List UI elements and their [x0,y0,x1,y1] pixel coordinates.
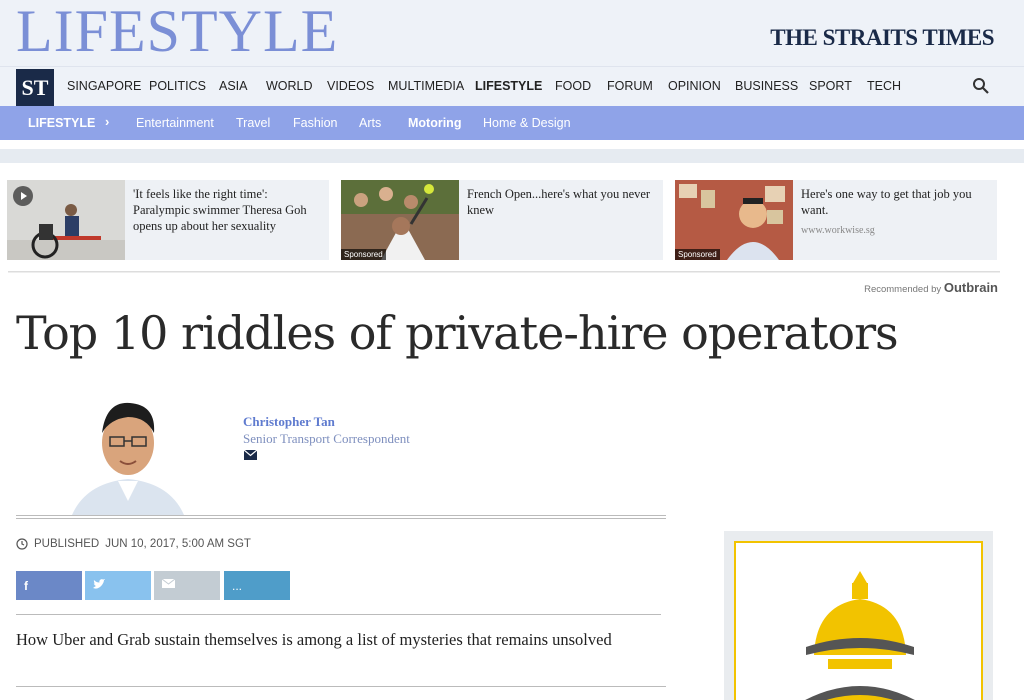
more-icon: ... [232,579,243,593]
published-info: PUBLISHED JUN 10, 2017, 5:00 AM SGT [16,538,251,550]
header-band: LIFESTYLE THE STRAITS TIMES [0,0,1024,66]
share-twitter-button[interactable] [85,571,151,600]
divider [8,271,1000,273]
play-icon[interactable] [13,186,33,206]
card-title: Here's one way to get that job you want.… [801,186,991,239]
card-thumbnail: Sponsored [675,180,793,260]
email-author-icon[interactable] [244,450,257,460]
recommended-card[interactable]: Sponsored Here's one way to get that job… [675,180,997,260]
card-thumbnail [7,180,125,260]
outbrain-logo: Outbrain [943,280,998,295]
subnav-travel[interactable]: Travel [236,116,270,130]
author-photo [66,397,190,515]
nav-item-tech[interactable]: TECH [867,79,901,93]
article-headline: Top 10 riddles of private-hire operators [16,306,899,360]
share-more-button[interactable]: ... [224,571,290,600]
nav-item-world[interactable]: WORLD [266,79,313,93]
author-name-link[interactable]: Christopher Tan [243,414,335,430]
recommended-card[interactable]: Sponsored French Open...here's what you … [341,180,663,260]
masthead-logo[interactable]: THE STRAITS TIMES [770,25,994,51]
subnav-motoring[interactable]: Motoring [408,116,461,130]
nav-item-asia[interactable]: ASIA [219,79,248,93]
ad-container[interactable] [724,531,993,700]
recommended-by[interactable]: Recommended by Outbrain [864,280,998,295]
divider [16,614,661,615]
card-title: French Open...here's what you never knew [467,187,651,217]
nav-item-sport[interactable]: SPORT [809,79,852,93]
author-role: Senior Transport Correspondent [243,431,410,446]
ad-dome-illustration [805,571,915,700]
subnav-lifestyle[interactable]: LIFESTYLE [28,116,95,130]
published-label: PUBLISHED [34,538,100,550]
subnav-fashion[interactable]: Fashion [293,116,337,130]
nav-item-politics[interactable]: POLITICS [149,79,206,93]
chevron-right-icon: › [105,114,110,129]
nav-item-food[interactable]: FOOD [555,79,591,93]
email-icon [162,579,175,588]
sponsored-badge: Sponsored [341,249,386,260]
nav-item-business[interactable]: BUSINESS [735,79,798,93]
recommended-card[interactable]: 'It feels like the right time': Paralymp… [7,180,329,260]
sub-nav: LIFESTYLE › Entertainment Travel Fashion… [0,106,1024,140]
search-icon[interactable] [972,77,990,95]
nav-item-singapore[interactable]: SINGAPORE [67,79,141,93]
subnav-home-design[interactable]: Home & Design [483,116,571,130]
nav-item-forum[interactable]: FORUM [607,79,653,93]
twitter-icon [93,579,105,589]
nav-item-multimedia[interactable]: MULTIMEDIA [388,79,464,93]
main-nav: ST SINGAPORE POLITICS ASIA WORLD VIDEOS … [0,66,1024,107]
recommended-by-label: Recommended by [864,284,942,295]
section-title[interactable]: LIFESTYLE [16,0,338,62]
card-title: 'It feels like the right time': Paralymp… [133,187,307,233]
sponsored-badge: Sponsored [675,249,720,260]
nav-item-opinion[interactable]: OPINION [668,79,721,93]
facebook-icon: f [24,579,28,593]
published-date: JUN 10, 2017, 5:00 AM SGT [105,538,251,550]
ad-banner[interactable] [734,541,983,700]
card-thumbnail: Sponsored [341,180,459,260]
card-title-text: Here's one way to get that job you want. [801,187,972,217]
nav-shadow-strip [0,149,1024,163]
share-email-button[interactable] [154,571,220,600]
nav-item-videos[interactable]: VIDEOS [327,79,374,93]
st-logo[interactable]: ST [16,69,54,107]
subnav-entertainment[interactable]: Entertainment [136,116,214,130]
share-facebook-button[interactable]: f [16,571,82,600]
divider [16,686,666,687]
nav-item-lifestyle[interactable]: LIFESTYLE [475,79,542,93]
clock-icon [16,538,28,550]
article-summary: How Uber and Grab sustain themselves is … [16,630,612,649]
card-source: www.workwise.sg [801,225,875,236]
subnav-arts[interactable]: Arts [359,116,381,130]
divider [16,515,666,519]
